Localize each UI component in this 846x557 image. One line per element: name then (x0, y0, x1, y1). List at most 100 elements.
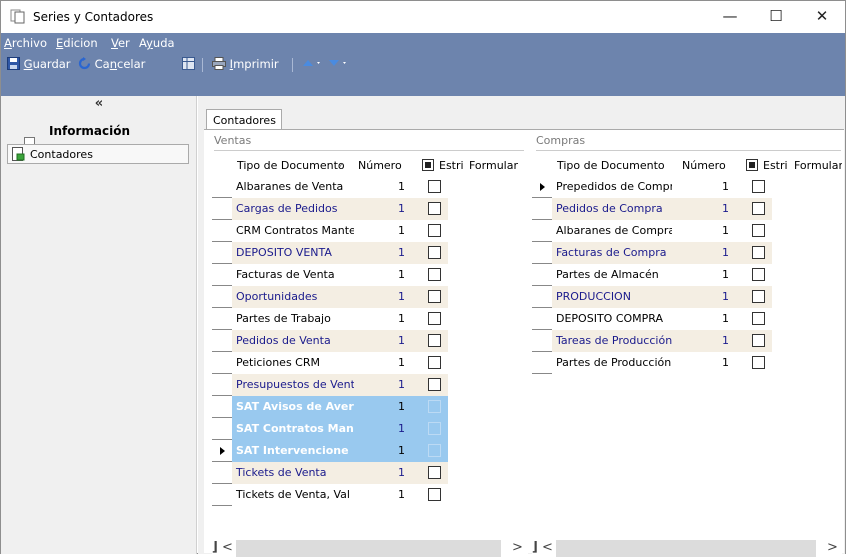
row-selector[interactable] (212, 308, 232, 330)
estricto-checkbox[interactable] (428, 290, 441, 303)
close-button[interactable]: ✕ (799, 1, 845, 33)
header-checkbox[interactable] (422, 159, 434, 171)
collapse-pane-button[interactable]: « (1, 96, 197, 111)
estricto-checkbox[interactable] (428, 466, 441, 479)
estricto-checkbox[interactable] (752, 290, 765, 303)
table-row[interactable]: CRM Contratos Mante 1 (212, 220, 528, 242)
cell-numero[interactable]: 1 (709, 312, 729, 325)
cell-tipo-documento[interactable]: SAT Avisos de Aver (232, 396, 354, 418)
cell-numero[interactable]: 1 (709, 246, 729, 259)
estricto-checkbox[interactable] (428, 246, 441, 259)
cell-tipo-documento[interactable]: Tickets de Venta (232, 462, 354, 484)
table-row[interactable]: Tareas de Producción 1 (532, 330, 842, 352)
row-selector[interactable] (532, 352, 552, 374)
table-row[interactable]: Oportunidades 1 (212, 286, 528, 308)
cell-tipo-documento[interactable]: Tareas de Producción (552, 330, 672, 352)
cell-tipo-documento[interactable]: PRODUCCION (552, 286, 672, 308)
estricto-checkbox[interactable] (428, 312, 441, 325)
column-header-formular[interactable]: Formular (469, 159, 527, 172)
cell-tipo-documento[interactable]: Facturas de Compra (552, 242, 672, 264)
table-row[interactable]: Albaranes de Compra 1 (532, 220, 842, 242)
cell-numero[interactable]: 1 (709, 202, 729, 215)
menu-edicion[interactable]: Edicion (56, 36, 98, 50)
estricto-checkbox[interactable] (428, 334, 441, 347)
row-selector[interactable] (212, 242, 232, 264)
cell-numero[interactable]: 1 (709, 290, 729, 303)
table-row[interactable]: SAT Avisos de Aver 1 (212, 396, 528, 418)
table-row[interactable]: Presupuestos de Vent 1 (212, 374, 528, 396)
row-selector[interactable] (212, 374, 232, 396)
cell-tipo-documento[interactable]: Partes de Almacén (552, 264, 672, 286)
print-button[interactable]: Imprimir (212, 57, 279, 71)
cell-numero[interactable]: 1 (385, 246, 405, 259)
cell-tipo-documento[interactable]: DEPOSITO VENTA (232, 242, 354, 264)
row-selector[interactable] (212, 484, 232, 506)
cell-numero[interactable]: 1 (385, 422, 405, 435)
cancel-button[interactable]: Cancelar (78, 57, 145, 71)
estricto-checkbox[interactable] (428, 444, 441, 457)
table-row[interactable]: Partes de Producción 1 (532, 352, 842, 374)
estricto-checkbox[interactable] (752, 180, 765, 193)
scroll-left-arrow[interactable]: < (222, 540, 233, 555)
cell-numero[interactable]: 1 (709, 356, 729, 369)
compras-grid[interactable]: Tipo de Documento Número Estri Formular … (532, 154, 842, 534)
table-row[interactable]: Albaranes de Venta 1 (212, 176, 528, 198)
scroll-right-arrow[interactable]: > (827, 540, 838, 555)
ventas-horizontal-scrollbar[interactable]: ⌋ < > (212, 540, 528, 557)
estricto-checkbox[interactable] (428, 180, 441, 193)
cell-numero[interactable]: 1 (385, 378, 405, 391)
table-row[interactable]: SAT Intervencione 1 (212, 440, 528, 462)
minimize-button[interactable]: — (707, 1, 753, 33)
row-selector[interactable] (212, 330, 232, 352)
table-row[interactable]: SAT Contratos Man 1 (212, 418, 528, 440)
cell-tipo-documento[interactable]: Presupuestos de Vent (232, 374, 354, 396)
menu-ver[interactable]: Ver (111, 36, 130, 50)
estricto-checkbox[interactable] (752, 356, 765, 369)
cell-numero[interactable]: 1 (709, 180, 729, 193)
estricto-checkbox[interactable] (428, 224, 441, 237)
estricto-checkbox[interactable] (752, 312, 765, 325)
table-row[interactable]: DEPOSITO VENTA 1 (212, 242, 528, 264)
cell-tipo-documento[interactable]: Partes de Producción (552, 352, 672, 374)
cell-tipo-documento[interactable]: Facturas de Venta (232, 264, 354, 286)
grid-options-button[interactable] (182, 57, 195, 71)
row-selector[interactable] (212, 440, 232, 462)
cell-numero[interactable]: 1 (385, 180, 405, 193)
cell-numero[interactable]: 1 (385, 334, 405, 347)
estricto-checkbox[interactable] (752, 202, 765, 215)
table-row[interactable]: Tickets de Venta, Val 1 (212, 484, 528, 506)
cell-tipo-documento[interactable]: SAT Contratos Man (232, 418, 354, 440)
row-selector[interactable] (212, 198, 232, 220)
row-selector[interactable] (212, 352, 232, 374)
row-selector[interactable] (212, 176, 232, 198)
row-selector[interactable] (212, 264, 232, 286)
row-selector[interactable] (532, 198, 552, 220)
column-header-estri[interactable]: Estri (439, 159, 463, 172)
row-selector[interactable] (532, 286, 552, 308)
row-selector[interactable] (532, 264, 552, 286)
nav-item-contadores[interactable]: Contadores (7, 144, 189, 164)
cell-tipo-documento[interactable]: Oportunidades (232, 286, 354, 308)
row-selector[interactable] (212, 418, 232, 440)
cell-tipo-documento[interactable]: Cargas de Pedidos (232, 198, 354, 220)
cell-numero[interactable]: 1 (709, 334, 729, 347)
row-selector[interactable] (532, 220, 552, 242)
row-selector[interactable] (212, 220, 232, 242)
estricto-checkbox[interactable] (428, 268, 441, 281)
cell-numero[interactable]: 1 (385, 290, 405, 303)
save-button[interactable]: Guardar (7, 57, 71, 71)
column-header-numero[interactable]: Número (358, 159, 402, 172)
cell-tipo-documento[interactable]: SAT Intervencione (232, 440, 354, 462)
cell-numero[interactable]: 1 (385, 268, 405, 281)
row-selector[interactable] (532, 330, 552, 352)
cell-tipo-documento[interactable]: Pedidos de Venta (232, 330, 354, 352)
table-row[interactable]: Prepedidos de Compr 1 (532, 176, 842, 198)
row-selector[interactable] (212, 462, 232, 484)
cell-tipo-documento[interactable]: Albaranes de Venta (232, 176, 354, 198)
table-row[interactable]: Cargas de Pedidos 1 (212, 198, 528, 220)
table-row[interactable]: Pedidos de Compra 1 (532, 198, 842, 220)
navigate-up-dropdown[interactable] (302, 57, 324, 71)
cell-tipo-documento[interactable]: DEPOSITO COMPRA (552, 308, 672, 330)
cell-numero[interactable]: 1 (385, 466, 405, 479)
table-row[interactable]: Peticiones CRM 1 (212, 352, 528, 374)
